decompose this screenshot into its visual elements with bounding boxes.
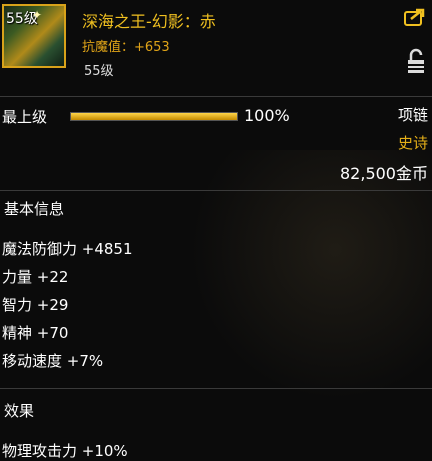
share-icon[interactable] xyxy=(404,8,426,26)
magic-resistance: 抗魔值：+653 xyxy=(82,40,170,55)
lock-icon[interactable] xyxy=(406,48,426,74)
stat-line: 精神 +70 xyxy=(2,324,69,342)
sparkle-icon: ✦ xyxy=(32,8,43,22)
grade-label: 最上级 xyxy=(2,108,48,126)
effect-title: 效果 xyxy=(4,402,35,420)
equipment-slot: 项链 xyxy=(397,106,428,124)
stat-line: 移动速度 +7% xyxy=(2,352,104,370)
section-divider xyxy=(0,388,432,389)
effect-line: 物理攻击力 +10% xyxy=(2,442,128,460)
section-divider xyxy=(0,190,432,191)
grade-bar xyxy=(70,112,238,121)
basic-info-title: 基本信息 xyxy=(4,200,65,218)
grade-percent: 100% xyxy=(244,106,290,125)
item-icon[interactable]: 55级 ✦ xyxy=(2,4,66,68)
rarity-label: 史诗 xyxy=(397,134,428,152)
header-divider xyxy=(0,96,432,97)
price-label: 82,500金币 xyxy=(340,164,428,183)
item-level: 55级 xyxy=(84,64,114,79)
stat-line: 魔法防御力 +4851 xyxy=(2,240,133,258)
stat-line: 力量 +22 xyxy=(2,268,69,286)
item-name: 深海之王-幻影：赤 xyxy=(82,12,216,31)
stat-line: 智力 +29 xyxy=(2,296,69,314)
grade-bar-fill xyxy=(71,113,237,120)
item-header: 55级 ✦ 深海之王-幻影：赤 抗魔值：+653 55级 xyxy=(0,0,432,92)
background-art xyxy=(190,150,432,400)
